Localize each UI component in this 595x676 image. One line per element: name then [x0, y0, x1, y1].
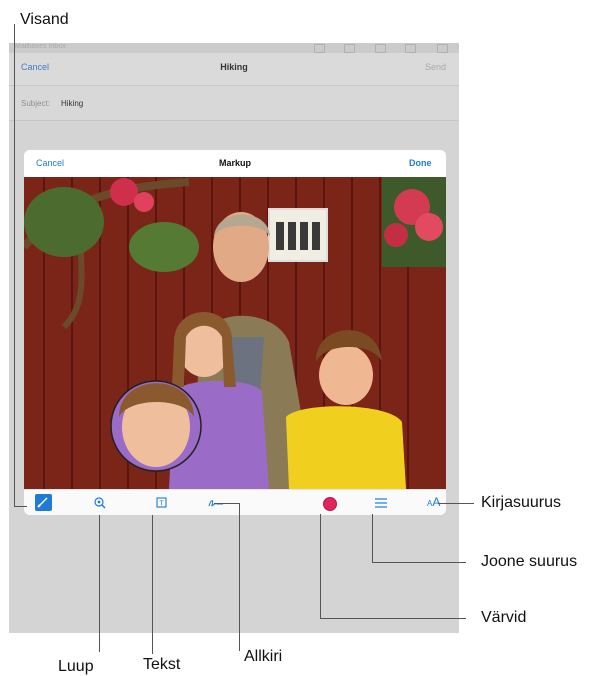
color-picker-button[interactable]: [323, 497, 337, 511]
colors-callout-line: [320, 514, 321, 619]
folder-icon[interactable]: [344, 44, 355, 53]
svg-text:T: T: [159, 501, 164, 508]
ipad-screen: Mailboxes Inbox Cancel Hiking Send Subje…: [9, 43, 459, 633]
markup-toolbar: T AA: [24, 489, 446, 515]
text-callout-label: Tekst: [143, 656, 181, 673]
markup-header: Cancel Markup Done: [24, 150, 446, 177]
mail-top-bar: Mailboxes Inbox: [9, 43, 459, 53]
markup-done-button[interactable]: Done: [409, 158, 432, 168]
compose-icon[interactable]: [314, 44, 325, 53]
family-photo[interactable]: [24, 177, 446, 489]
text-size-icon[interactable]: AA: [427, 495, 440, 509]
sketch-callout-line-h: [14, 506, 27, 507]
text-box-icon[interactable]: T: [155, 496, 169, 510]
reply-icon[interactable]: [405, 44, 416, 53]
subject-row[interactable]: Subject: Hiking: [9, 86, 459, 121]
line-size-callout-line-h: [372, 562, 466, 563]
sketch-tool-button[interactable]: [35, 494, 52, 511]
mail-title: Hiking: [220, 62, 248, 72]
magnifier-icon[interactable]: [93, 496, 107, 510]
photo-illustration: [24, 177, 446, 489]
line-width-icon[interactable]: [374, 497, 388, 509]
markup-title: Markup: [218, 158, 251, 168]
text-callout-line: [152, 515, 153, 654]
new-message-icon[interactable]: [437, 44, 448, 53]
signature-callout-line: [239, 503, 240, 651]
subject-value: Hiking: [61, 99, 84, 108]
markup-modal: Cancel Markup Done T AA: [24, 150, 446, 515]
signature-callout-label: Allkiri: [244, 648, 283, 665]
line-size-callout-line: [372, 514, 373, 563]
mail-compose-header: Cancel Hiking Send: [9, 53, 459, 86]
trash-icon[interactable]: [375, 44, 386, 53]
mailboxes-back-link[interactable]: Mailboxes Inbox: [15, 43, 66, 50]
font-size-callout-label: Kirjasuurus: [481, 494, 562, 511]
font-size-callout-line: [438, 503, 474, 504]
signature-callout-line-h: [214, 503, 239, 504]
magnifier-callout-line: [99, 515, 100, 652]
colors-callout-label: Värvid: [481, 609, 527, 626]
colors-callout-line-h: [320, 618, 466, 619]
subject-label: Subject:: [21, 99, 50, 108]
sketch-callout-label: Visand: [20, 11, 69, 28]
pen-icon: [37, 497, 48, 508]
magnifier-callout-label: Luup: [58, 658, 94, 675]
sketch-callout-line: [14, 24, 15, 507]
mail-send-button[interactable]: Send: [425, 62, 446, 72]
line-size-callout-label: Joone suurus: [481, 553, 578, 570]
